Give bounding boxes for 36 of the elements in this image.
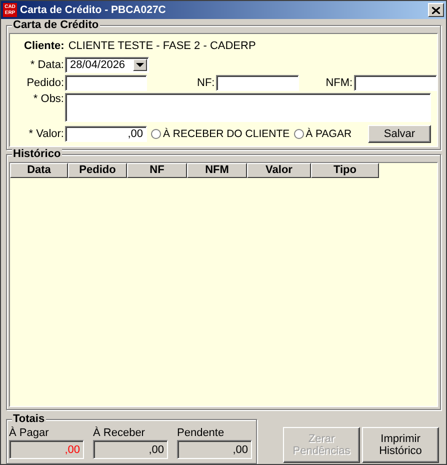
column-header[interactable]: Data <box>10 163 68 178</box>
obs-field[interactable] <box>65 93 431 122</box>
value-field[interactable]: ,00 <box>65 126 147 142</box>
client-label: Cliente: <box>24 40 64 52</box>
dropdown-arrow-icon <box>136 62 144 67</box>
column-header[interactable]: Valor <box>247 163 311 178</box>
radio-option[interactable]: À PAGAR <box>294 128 352 140</box>
client-name: CLIENTE TESTE - FASE 2 - CADERP <box>68 40 256 52</box>
close-button[interactable] <box>428 3 444 17</box>
close-icon <box>432 6 440 14</box>
column-header[interactable]: NFM <box>187 163 247 178</box>
total-label: À Pagar <box>9 427 49 440</box>
radio-button[interactable] <box>151 129 161 140</box>
nfm-label: NFM: <box>326 77 354 90</box>
nf-label: NF: <box>197 77 216 90</box>
order-label: Pedido: <box>26 77 65 90</box>
total-label: Pendente <box>177 427 224 440</box>
total-value: ,00 <box>177 440 252 459</box>
total-value: ,00 <box>93 440 168 459</box>
nfm-field[interactable] <box>354 75 437 92</box>
obs-label: * Obs: <box>32 93 65 106</box>
radio-button[interactable] <box>294 129 304 140</box>
window-title: Carta de Crédito - PBCA027C <box>20 4 167 16</box>
column-header[interactable]: Tipo <box>311 163 379 178</box>
column-header[interactable]: NF <box>127 163 187 178</box>
column-header[interactable]: Pedido <box>68 163 127 178</box>
value-label: * Valor: <box>28 128 65 140</box>
action-button[interactable]: Imprimir Histórico <box>362 427 439 463</box>
date-label: * Data: <box>29 58 65 71</box>
total-label: À Receber <box>93 427 145 440</box>
nf-field[interactable] <box>216 75 299 92</box>
date-dropdown[interactable]: 28/04/2026 <box>65 56 149 73</box>
total-value: ,00 <box>9 440 84 459</box>
order-field[interactable] <box>65 75 147 92</box>
save-button[interactable]: Salvar <box>368 125 431 144</box>
radio-option[interactable]: À RECEBER DO CLIENTE <box>151 128 290 140</box>
